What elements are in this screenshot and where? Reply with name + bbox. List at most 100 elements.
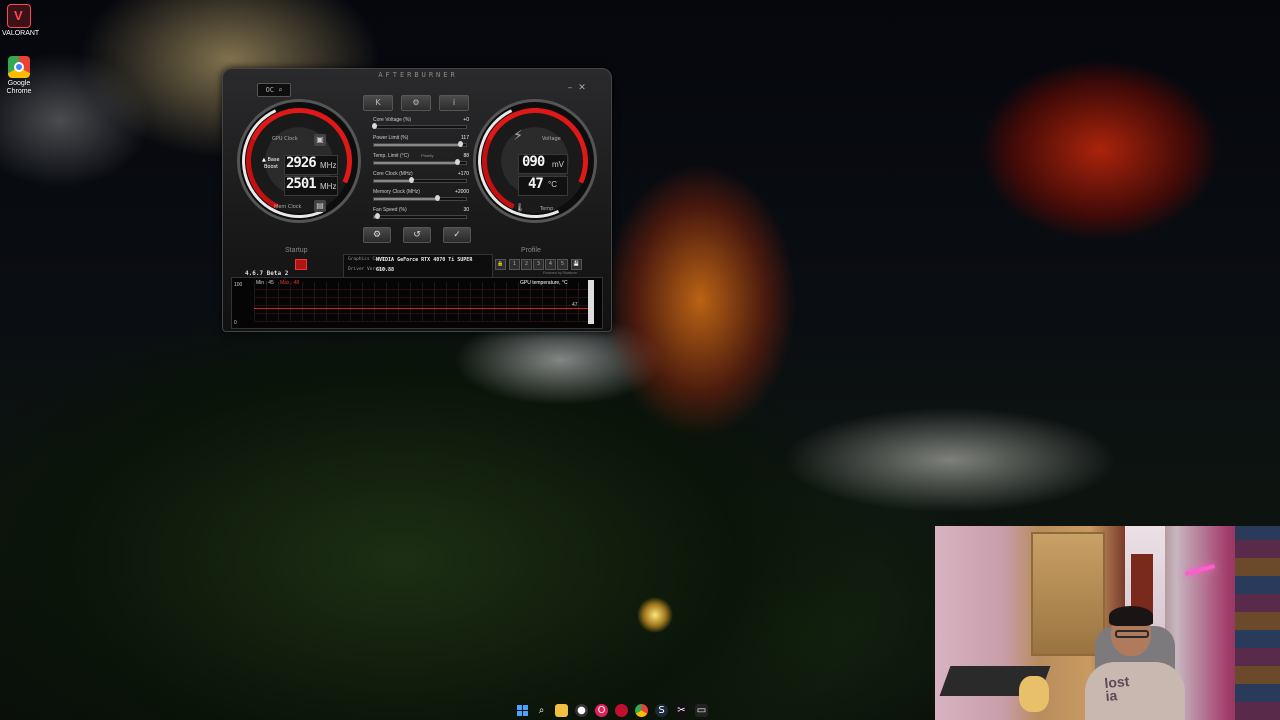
slider-label: Temp. Limit (°C)	[373, 153, 409, 159]
slider-track	[373, 125, 467, 129]
search-icon[interactable]: ⌕	[535, 704, 548, 717]
slider-core-clock[interactable]: Core Clock (MHz) +170	[369, 171, 469, 187]
opera-gx-icon[interactable]: O	[595, 703, 608, 717]
slider-knob[interactable]	[457, 141, 463, 147]
profile-slot-3[interactable]: 3	[533, 259, 544, 270]
close-button[interactable]: ✕	[577, 83, 587, 93]
person-shirt	[1085, 662, 1185, 720]
voltage-temp-gauge: ⚡ Voltage 090 mV 47 °C 🌡 Temp.	[461, 87, 609, 235]
startup-label: Startup	[285, 247, 308, 254]
memory-icon: ▤	[314, 200, 326, 212]
graph-title: GPU temperature, °C	[520, 280, 568, 286]
profile-slot-5[interactable]: 5	[557, 259, 568, 270]
graphics-card-value: NVIDIA GeForce RTX 4070 Ti SUPER	[376, 257, 473, 263]
k-boost-button[interactable]: K	[363, 95, 393, 111]
voltage-unit: mV	[552, 160, 564, 169]
startup-toggle[interactable]	[295, 259, 307, 270]
y-max-label: 100	[234, 282, 243, 288]
neon-light	[1184, 564, 1216, 576]
y-min-label: 0	[234, 320, 237, 326]
search-icon: ⌕	[278, 86, 283, 94]
slider-knob[interactable]	[434, 195, 440, 201]
slider-value: 88	[463, 153, 469, 159]
plush-toy	[1019, 676, 1049, 712]
apply-button[interactable]: ✓	[443, 227, 471, 243]
desktop-icon-label: VALORANT	[2, 30, 40, 37]
chrome-icon	[8, 56, 30, 78]
hardware-monitor-graph[interactable]: 100 0 Min : 45 Max : 48 GPU temperature,…	[231, 277, 603, 329]
boost-label: Boost	[264, 164, 279, 170]
base-clock-unit: MHz	[320, 161, 337, 170]
min-label: Min : 45	[256, 280, 274, 286]
start-button[interactable]	[516, 704, 528, 716]
slider-value: +2000	[454, 189, 469, 195]
slider-value: +0	[463, 117, 469, 123]
desktop-icon-label: Google Chrome	[6, 80, 32, 95]
capcut-icon[interactable]: ✂	[675, 703, 688, 717]
slider-temp-limit[interactable]: Temp. Limit (°C) Priority 88	[369, 153, 469, 169]
chrome-icon[interactable]	[635, 703, 648, 717]
driver-value: 610.88	[376, 267, 395, 273]
reset-button[interactable]: ↺	[403, 227, 431, 243]
wardrobe-door	[1031, 532, 1105, 656]
voltage-value: 090	[522, 154, 545, 170]
profile-slot-4[interactable]: 4	[545, 259, 556, 270]
file-explorer-icon[interactable]	[555, 703, 568, 717]
profile-save-button[interactable]: 💾	[571, 259, 582, 270]
slider-label: Power Limit (%)	[373, 135, 409, 141]
slider-core-voltage[interactable]: Core Voltage (%) +0	[369, 117, 469, 133]
voltage-label: Voltage	[542, 136, 561, 142]
powered-by-text: Powered by Rivatuner	[543, 271, 578, 275]
thermometer-icon: 🌡	[514, 203, 526, 212]
card-info-panel: Graphics Card: NVIDIA GeForce RTX 4070 T…	[343, 254, 493, 278]
desktop-icon-chrome[interactable]: Google Chrome	[2, 56, 36, 96]
slider-value: +170	[457, 171, 469, 177]
webcam-overlay: lost ia	[935, 526, 1280, 720]
slider-track	[373, 161, 467, 165]
steam-icon[interactable]: S	[655, 703, 668, 717]
record-icon[interactable]	[615, 703, 628, 717]
obs-icon[interactable]: ●	[575, 703, 588, 717]
terminal-icon[interactable]: ▭	[695, 703, 708, 717]
gear-icon: ⚙	[372, 230, 382, 240]
minimize-button[interactable]: –	[565, 83, 575, 93]
scanner-icon: ⚙	[412, 98, 420, 107]
slider-fill	[374, 162, 459, 164]
slider-fan-speed[interactable]: Fan Speed (%) 30	[369, 207, 469, 223]
slider-memory-clock[interactable]: Memory Clock (MHz) +2000	[369, 189, 469, 205]
settings-button[interactable]: ⚙	[363, 227, 391, 243]
graph-scrollbar[interactable]	[588, 280, 594, 324]
gpu-chip-icon: ▣	[314, 134, 326, 146]
mem-clock-label: Mem Clock	[274, 204, 302, 210]
slider-label: Core Voltage (%)	[373, 117, 412, 123]
lightning-icon: ⚡	[513, 128, 523, 144]
person-hair	[1109, 606, 1153, 626]
slider-value: 30	[463, 207, 469, 213]
slider-fill	[374, 180, 413, 182]
temp-display	[518, 176, 568, 196]
reset-icon: ↺	[413, 230, 421, 240]
slider-track	[373, 197, 467, 201]
slider-track	[373, 215, 467, 219]
valorant-icon	[7, 4, 31, 28]
profile-lock-button[interactable]: 🔒	[495, 259, 506, 270]
desktop-icon-valorant[interactable]: VALORANT	[2, 4, 40, 38]
base-clock-value: 2926	[286, 155, 317, 171]
poster-wall	[1235, 526, 1280, 720]
gpu-clock-label: GPU Clock	[272, 136, 298, 142]
scanner-button[interactable]: ⚙	[401, 95, 431, 111]
clock-gauge: GPU Clock ▣ ▲ Base Boost 2926 MHz 2501 M…	[225, 87, 373, 235]
info-button[interactable]: i	[439, 95, 469, 111]
temp-unit: °C	[548, 180, 557, 189]
oc-scanner-button[interactable]: OC ⌕	[257, 83, 291, 97]
profile-slot-2[interactable]: 2	[521, 259, 532, 270]
profile-slot-1[interactable]: 1	[509, 259, 520, 270]
slider-track	[373, 179, 467, 183]
person-glasses	[1115, 630, 1149, 638]
app-title: AFTERBURNER	[378, 71, 458, 79]
base-label: ▲ Base	[262, 157, 280, 163]
priority-tag[interactable]: Priority	[421, 153, 433, 158]
shirt-print: lost ia	[1103, 672, 1130, 705]
max-label: Max : 48	[280, 280, 300, 286]
slider-power-limit[interactable]: Power Limit (%) 117	[369, 135, 469, 151]
